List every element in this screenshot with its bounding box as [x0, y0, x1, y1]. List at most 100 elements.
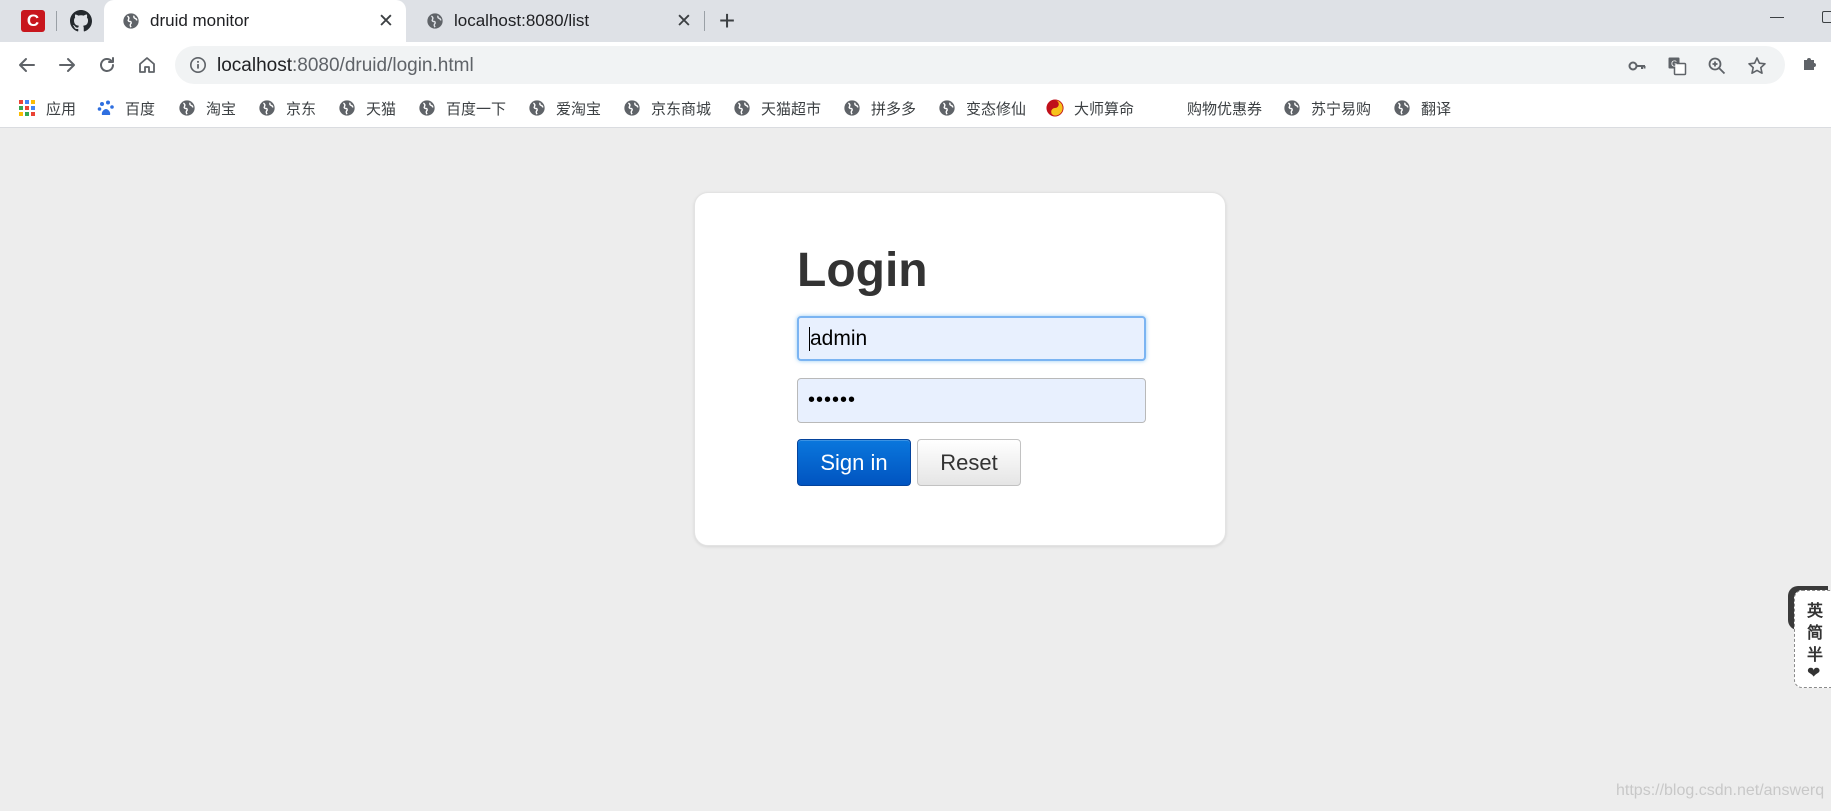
- ime-char-halfwidth: 半: [1807, 647, 1824, 664]
- ime-side-widget[interactable]: 英 简 半 ❤: [1794, 590, 1831, 688]
- github-icon: [70, 10, 92, 32]
- pinned-tab-csdn[interactable]: C: [18, 7, 48, 35]
- bookmark-ai-taobao[interactable]: 爱淘宝: [528, 96, 601, 120]
- bookmark-dashi-suanming[interactable]: 大师算命: [1046, 96, 1134, 120]
- home-button[interactable]: [130, 48, 164, 82]
- reset-button[interactable]: Reset: [917, 439, 1021, 486]
- bookmark-label: 购物优惠券: [1187, 100, 1263, 118]
- tab-separator: [56, 11, 57, 31]
- bookmark-tmall-supermarket[interactable]: 天猫超市: [733, 96, 821, 120]
- bookmark-label: 百度一下: [446, 100, 507, 118]
- bookmark-biantai-xiuxian[interactable]: 变态修仙: [938, 96, 1026, 120]
- globe-icon: [419, 100, 435, 116]
- bookmark-label: 淘宝: [206, 100, 237, 118]
- ime-char-simplified: 简: [1807, 625, 1824, 642]
- browser-toolbar: localhost:8080/druid/login.html G: [0, 42, 1831, 88]
- globe-icon: [844, 100, 860, 116]
- globe-icon: [1284, 100, 1300, 116]
- bookmark-label: 变态修仙: [966, 100, 1027, 118]
- window-maximize-icon[interactable]: [1822, 11, 1831, 23]
- pinned-tab-github[interactable]: [66, 7, 96, 35]
- bookmark-label: 苏宁易购: [1311, 100, 1372, 118]
- bookmark-apps[interactable]: 应用: [18, 96, 76, 120]
- bookmarks-bar: 应用 百度 淘宝 京东 天猫 百度一下 爱淘宝 京东商城 天猫超市 拼多多 变态…: [0, 88, 1831, 128]
- username-input[interactable]: admin: [797, 316, 1146, 361]
- arrow-right-icon: [59, 58, 75, 72]
- password-key-button[interactable]: [1625, 54, 1649, 78]
- address-bar[interactable]: localhost:8080/druid/login.html G: [175, 46, 1785, 84]
- heart-icon: ❤: [1807, 665, 1821, 682]
- bookmark-jd-mall[interactable]: 京东商城: [623, 96, 711, 120]
- tab-title: localhost:8080/list: [454, 11, 590, 30]
- bookmark-label: 应用: [46, 100, 77, 118]
- sign-in-button[interactable]: Sign in: [797, 439, 911, 486]
- bookmark-label: 翻译: [1421, 100, 1452, 118]
- svg-text:G: G: [1671, 60, 1677, 69]
- bookmark-label: 大师算命: [1074, 100, 1135, 118]
- translate-icon: G: [1668, 57, 1687, 76]
- globe-icon: [339, 100, 355, 116]
- back-button[interactable]: [10, 48, 44, 82]
- bookmark-taobao[interactable]: 淘宝: [178, 96, 236, 120]
- info-icon[interactable]: [189, 56, 207, 74]
- baidu-paw-icon: [97, 99, 115, 117]
- globe-icon: [529, 100, 545, 116]
- bookmark-translate[interactable]: 翻译: [1393, 96, 1451, 120]
- reload-button[interactable]: [90, 48, 124, 82]
- csdn-logo-icon: C: [21, 10, 45, 32]
- bookmark-tmall[interactable]: 天猫: [338, 96, 396, 120]
- star-icon: [1748, 57, 1766, 74]
- bookmark-coupons[interactable]: 购物优惠券: [1187, 96, 1262, 120]
- username-value: admin: [810, 326, 868, 350]
- bookmark-label: 京东: [286, 100, 317, 118]
- tab-localhost-list[interactable]: localhost:8080/list ✕: [408, 0, 704, 42]
- bookmark-pinduoduo[interactable]: 拼多多: [843, 96, 916, 120]
- globe-icon: [427, 13, 443, 29]
- tab-strip: C druid monitor ✕ localhost:8080/list ✕ …: [0, 0, 1831, 42]
- new-tab-button[interactable]: +: [712, 5, 742, 36]
- tab-title: druid monitor: [150, 11, 250, 30]
- globe-icon: [939, 100, 955, 116]
- bookmark-label: 天猫超市: [761, 100, 822, 118]
- login-card: Login admin •••••• Sign in Reset: [694, 192, 1226, 546]
- tab-close-icon[interactable]: ✕: [374, 9, 398, 33]
- tab-druid-monitor[interactable]: druid monitor ✕: [104, 0, 406, 42]
- globe-icon: [123, 13, 139, 29]
- apps-grid-icon: [18, 99, 36, 117]
- bookmark-baidu-search[interactable]: 百度一下: [418, 96, 506, 120]
- csdn-watermark: https://blog.csdn.net/answerq: [1616, 782, 1825, 799]
- url-text[interactable]: localhost:8080/druid/login.html: [217, 55, 474, 77]
- puzzle-icon: [1804, 58, 1816, 70]
- url-host: localhost: [217, 55, 292, 76]
- yin-yang-icon: [1046, 99, 1064, 117]
- tab-separator: [704, 11, 705, 31]
- key-icon: [1628, 61, 1646, 71]
- password-input[interactable]: ••••••: [797, 378, 1146, 423]
- bookmark-label: 爱淘宝: [556, 100, 602, 118]
- bookmark-star-button[interactable]: [1745, 54, 1769, 78]
- reload-icon: [100, 57, 114, 72]
- globe-icon: [179, 100, 195, 116]
- translate-button[interactable]: G: [1665, 54, 1689, 78]
- window-minimize-icon[interactable]: [1770, 8, 1784, 22]
- zoom-in-icon: [1708, 57, 1726, 75]
- ime-char-english: 英: [1807, 603, 1824, 620]
- bookmark-label: 百度: [125, 100, 156, 118]
- globe-icon: [259, 100, 275, 116]
- home-icon: [139, 57, 155, 73]
- bookmark-baidu[interactable]: 百度: [97, 96, 155, 120]
- globe-icon: [734, 100, 750, 116]
- zoom-button[interactable]: [1705, 54, 1729, 78]
- bookmark-suning[interactable]: 苏宁易购: [1283, 96, 1371, 120]
- arrow-left-icon: [19, 58, 35, 72]
- url-path: :8080/druid/login.html: [292, 55, 474, 76]
- bookmark-label: 天猫: [366, 100, 397, 118]
- password-mask: ••••••: [808, 389, 857, 411]
- globe-icon: [624, 100, 640, 116]
- login-title: Login: [797, 244, 928, 297]
- bookmark-label: 拼多多: [871, 100, 917, 118]
- forward-button[interactable]: [50, 48, 84, 82]
- bookmark-jd[interactable]: 京东: [258, 96, 316, 120]
- extensions-button[interactable]: [1800, 54, 1820, 79]
- tab-close-icon[interactable]: ✕: [672, 9, 696, 33]
